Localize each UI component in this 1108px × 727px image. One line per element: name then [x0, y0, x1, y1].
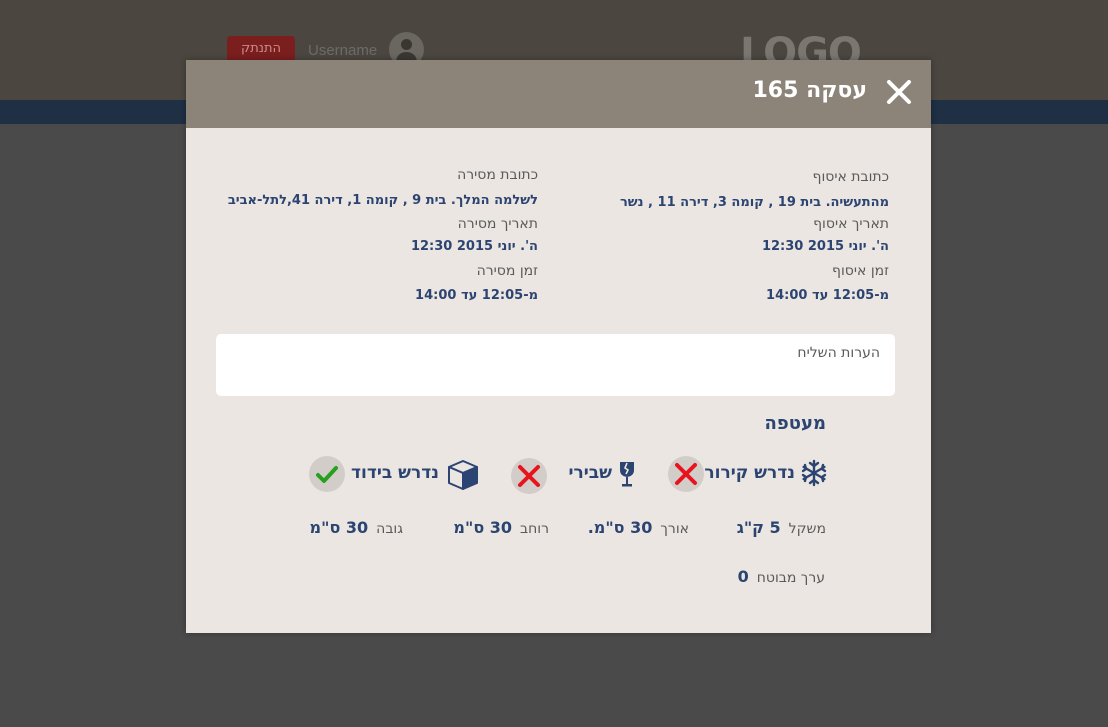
courier-notes-label: הערות השליח	[797, 345, 880, 361]
pickup-time-value: מ-12:05 עד 14:00	[766, 288, 889, 303]
insulation-yes-icon	[309, 456, 345, 492]
pickup-address-value: מהתעשיה. בית 19 , קומה 3, דירה 11 , נשר	[619, 195, 889, 210]
width: רוחב30 ס"מ	[453, 518, 549, 537]
fragile-glass-icon	[616, 460, 638, 492]
modal-header: עסקה 165	[186, 60, 931, 128]
delivery-address-value: לשלמה המלך. בית 9 , קומה 1, דירה 41,לתל-…	[227, 193, 538, 208]
delivery-date-label: תאריך מסירה	[457, 216, 538, 232]
close-icon[interactable]	[885, 78, 913, 106]
package-type-title: מעטפה	[764, 413, 826, 434]
height: גובה30 ס"מ	[309, 518, 403, 537]
delivery-time-label: זמן מסירה	[476, 263, 538, 279]
pickup-time-label: זמן איסוף	[832, 263, 889, 279]
logout-button[interactable]: התנתק	[227, 36, 295, 62]
snowflake-icon	[800, 459, 828, 491]
username-label: Username	[308, 42, 378, 59]
fragile-no-icon	[511, 458, 547, 494]
cooling-no-icon	[668, 456, 704, 492]
pickup-date-value: ה'. יוני 2015 12:30	[761, 239, 889, 254]
length: אורך30 ס"מ.	[587, 518, 689, 537]
delivery-time-value: מ-12:05 עד 14:00	[415, 288, 538, 303]
modal-title: עסקה 165	[752, 78, 867, 103]
pickup-address-label: כתובת איסוף	[812, 169, 889, 185]
deal-modal: עסקה 165 כתובת איסוף מהתעשיה. בית 19 , ק…	[186, 60, 931, 633]
courier-notes-box[interactable]: הערות השליח	[216, 334, 895, 396]
delivery-date-value: ה'. יוני 2015 12:30	[410, 239, 538, 254]
flag-cooling: נדרש קירור	[704, 463, 795, 483]
flag-insulation: נדרש בידוד	[351, 463, 439, 483]
delivery-address-label: כתובת מסירה	[457, 167, 538, 183]
box-icon	[446, 458, 480, 496]
flag-fragile: שבירי	[568, 463, 612, 483]
weight: משקל5 ק"ג	[736, 518, 826, 537]
insured-value: ערך מבוטח0	[737, 567, 825, 586]
pickup-date-label: תאריך איסוף	[813, 216, 889, 232]
